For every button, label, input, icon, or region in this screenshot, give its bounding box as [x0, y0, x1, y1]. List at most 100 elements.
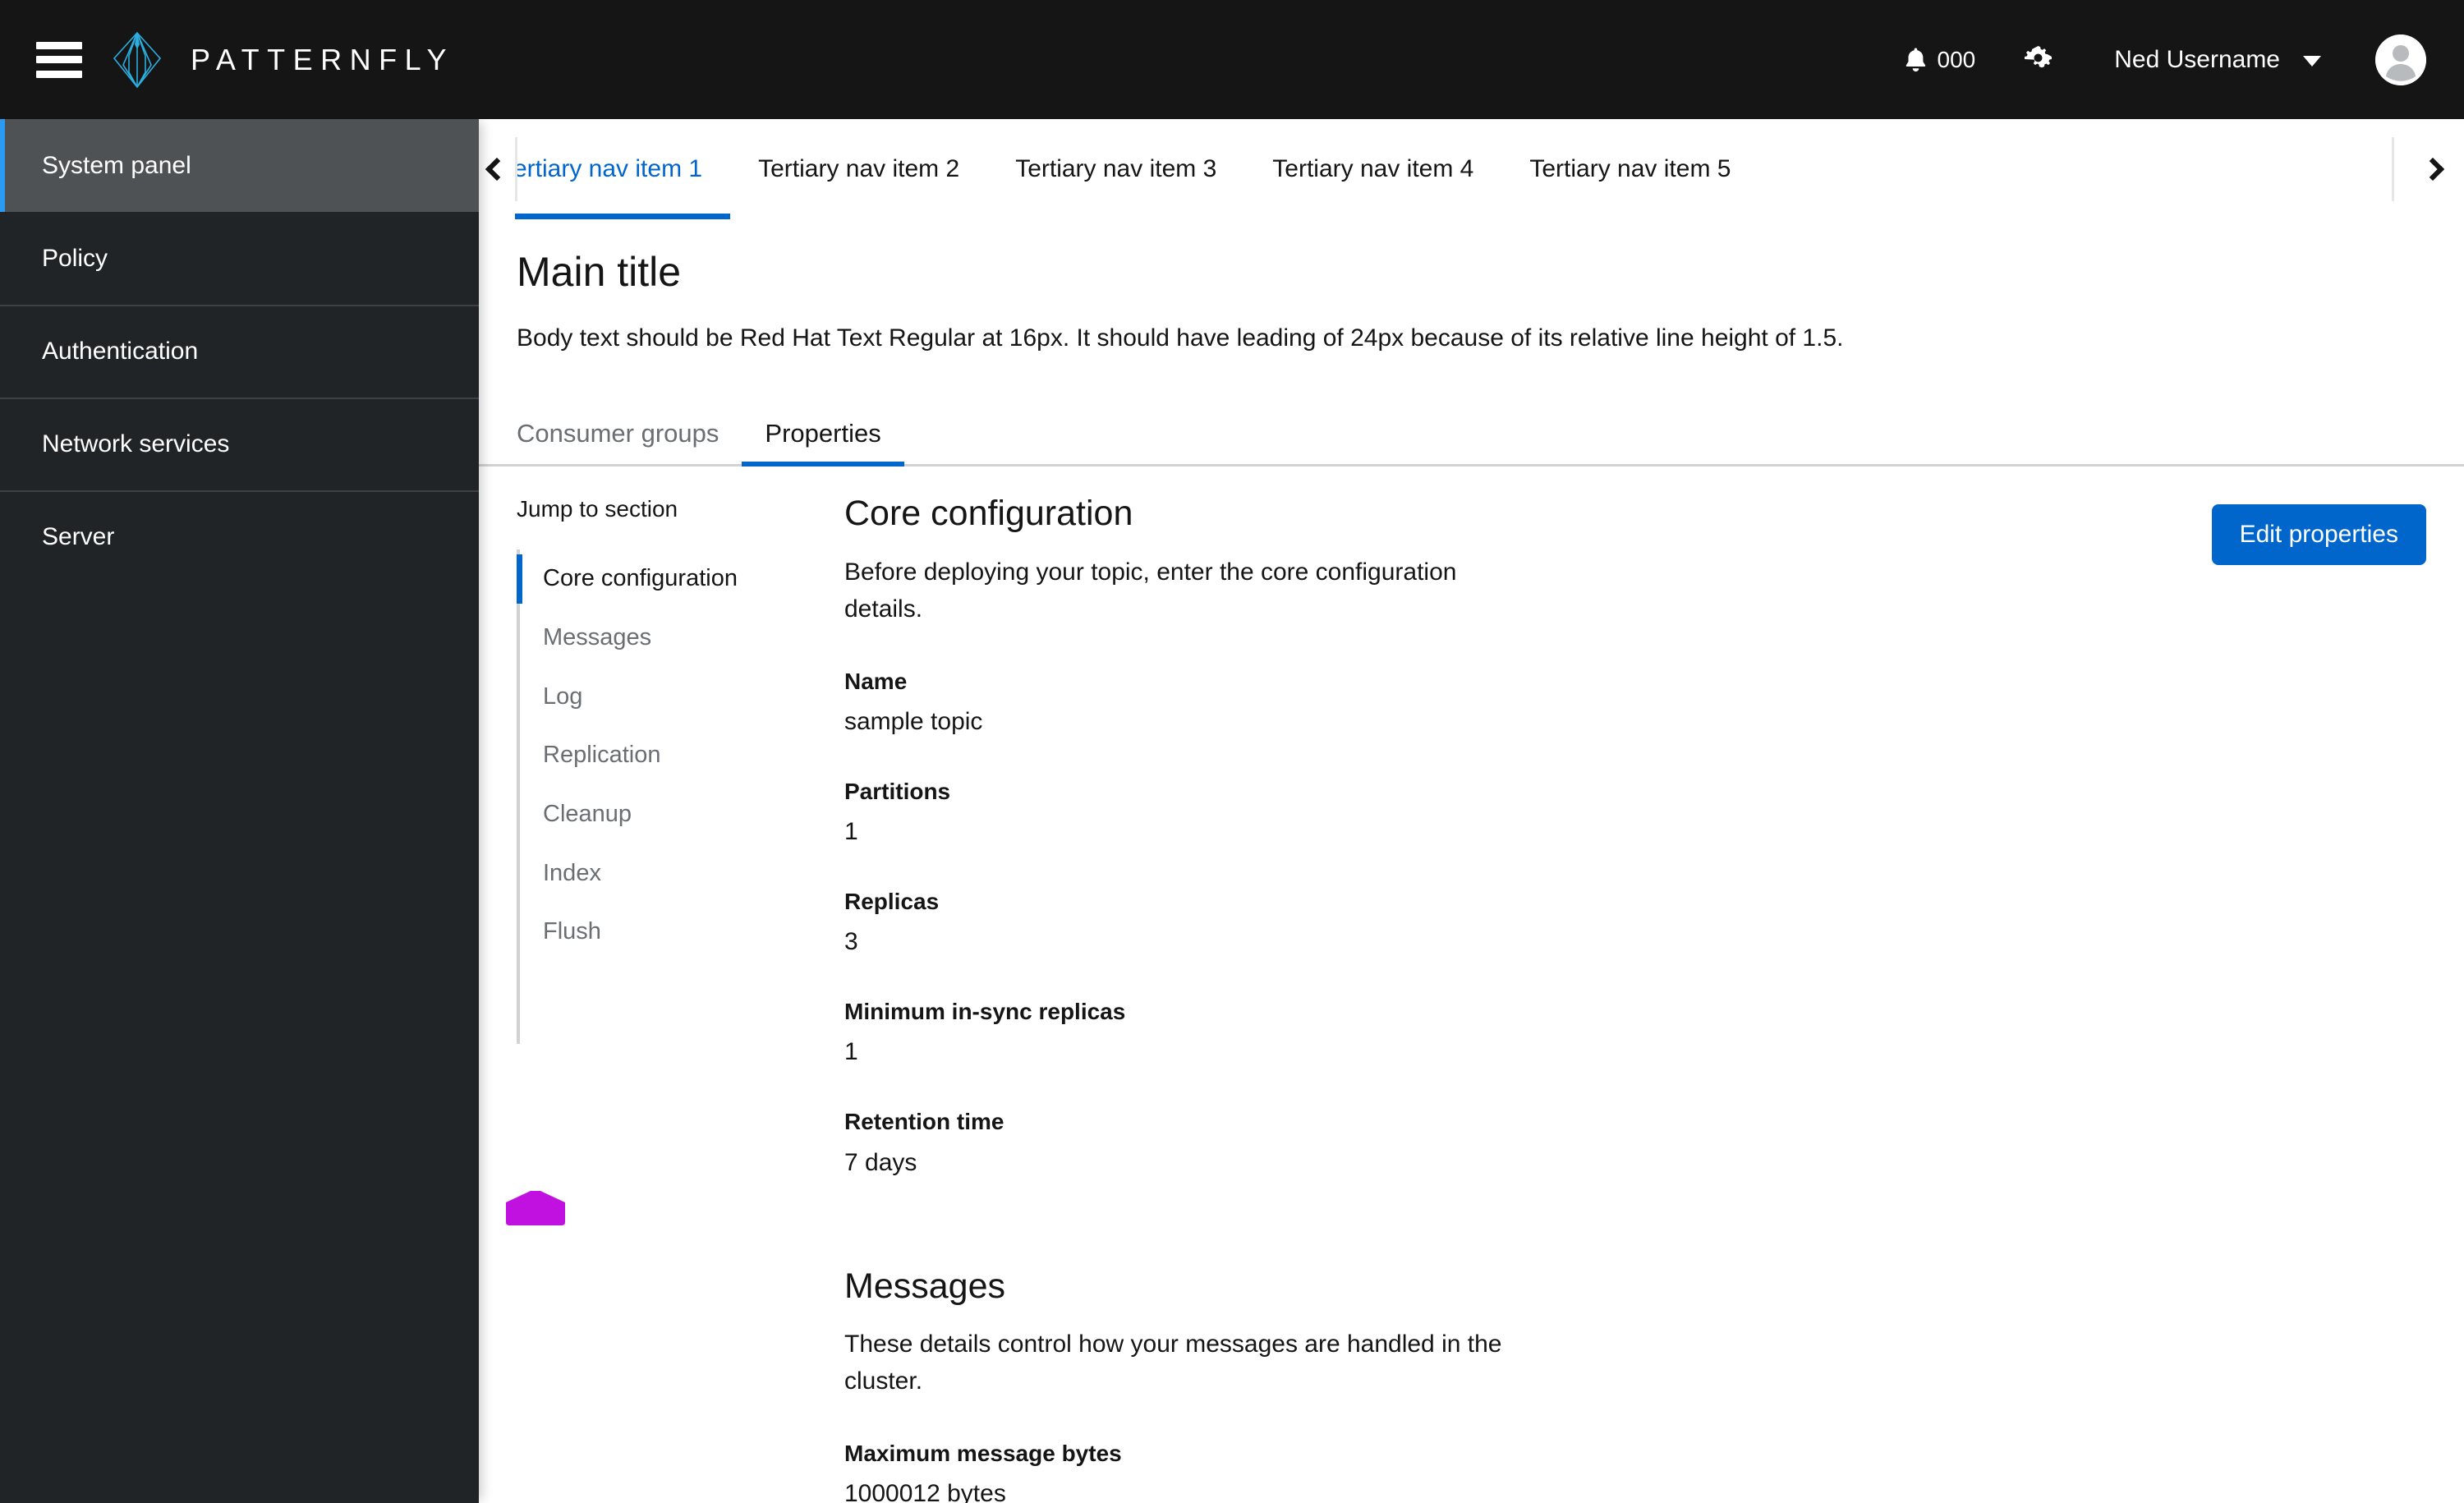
tab-content-properties: Jump to section Core configuration Messa…	[479, 467, 2464, 1503]
user-name-label: Ned Username	[2114, 45, 2280, 73]
sidebar-navigation: System panel Policy Authentication Netwo…	[0, 119, 479, 1503]
masthead-toolbar: 000 Ned Username	[1883, 33, 2426, 86]
sidebar-item-system-panel[interactable]: System panel	[0, 119, 479, 212]
hamburger-bar	[36, 70, 82, 78]
chevron-down-icon	[2303, 55, 2321, 67]
chevron-left-icon	[485, 157, 509, 182]
tertiary-nav-item-3[interactable]: Tertiary nav item 3	[987, 119, 1244, 219]
hamburger-menu-icon[interactable]	[36, 41, 82, 78]
section-title-core-configuration: Core configuration	[844, 494, 1133, 533]
property-term: Retention time	[844, 1109, 1004, 1135]
property-value: sample topic	[844, 707, 983, 735]
tertiary-nav-item-5[interactable]: Tertiary nav item 5	[1501, 119, 1758, 219]
tertiary-nav-item-1[interactable]: Tertiary nav item 1	[515, 119, 731, 219]
section-description-messages: These details control how your messages …	[844, 1331, 1502, 1395]
tertiary-nav-item-label: Tertiary nav item 4	[1272, 155, 1474, 182]
sidebar-item-label: Policy	[42, 244, 108, 272]
sidebar-item-server[interactable]: Server	[0, 490, 479, 583]
jump-item-label: Index	[543, 859, 601, 886]
page-body: System panel Policy Authentication Netwo…	[0, 119, 2464, 1503]
jump-item-flush[interactable]: Flush	[517, 903, 844, 962]
sidebar-item-network-services[interactable]: Network services	[0, 398, 479, 490]
patternfly-logo-icon	[112, 31, 163, 89]
jump-item-index[interactable]: Index	[517, 844, 844, 903]
property-list-messages: Maximum message bytes 1000012 bytes	[844, 1437, 2431, 1503]
application-root: PATTERNFLY 000 Ned Username System panel…	[0, 0, 2464, 1503]
jump-item-log[interactable]: Log	[517, 668, 844, 727]
jump-item-label: Log	[543, 683, 583, 710]
jump-to-section-list: Core configuration Messages Log Replicat…	[517, 549, 844, 1044]
page-title: Main title	[517, 249, 682, 295]
tertiary-nav-item-label: Tertiary nav item 3	[1015, 155, 1217, 182]
sidebar-item-label: Network services	[42, 430, 230, 457]
property-value: 1	[844, 817, 858, 845]
property-maximum-message-bytes: Maximum message bytes 1000012 bytes	[844, 1437, 2431, 1503]
tertiary-nav-item-label: Tertiary nav item 5	[1529, 155, 1731, 182]
property-term: Minimum in-sync replicas	[844, 999, 1126, 1025]
jump-item-messages[interactable]: Messages	[517, 609, 844, 668]
property-minimum-in-sync-replicas: Minimum in-sync replicas 1	[844, 995, 2431, 1069]
tertiary-nav-scroll-left-button[interactable]	[479, 119, 515, 219]
properties-sections: Edit properties Core configuration Befor…	[844, 493, 2464, 1503]
tab-label: Consumer groups	[517, 419, 719, 448]
property-term: Replicas	[844, 888, 940, 914]
settings-button[interactable]	[1997, 33, 2080, 86]
tertiary-navigation: Tertiary nav item 1 Tertiary nav item 2 …	[479, 119, 2464, 219]
sidebar-item-label: Authentication	[42, 337, 199, 365]
property-name: Name sample topic	[844, 665, 2431, 739]
edit-properties-button[interactable]: Edit properties	[2211, 504, 2426, 565]
bell-icon	[1905, 48, 1927, 72]
tertiary-nav-scroll-right-button[interactable]	[2388, 119, 2464, 219]
tertiary-nav-scroll-container[interactable]: Tertiary nav item 1 Tertiary nav item 2 …	[515, 119, 2388, 219]
tertiary-nav-item-4[interactable]: Tertiary nav item 4	[1244, 119, 1501, 219]
gear-icon	[2025, 46, 2053, 73]
page-header: Main title Body text should be Red Hat T…	[479, 219, 2464, 356]
section-title-messages: Messages	[844, 1266, 1005, 1306]
property-value: 1	[844, 1038, 858, 1066]
tab-properties[interactable]: Properties	[742, 419, 905, 467]
hamburger-bar	[36, 56, 82, 63]
jump-item-label: Replication	[543, 742, 661, 769]
sidebar-item-label: Server	[42, 522, 115, 550]
property-value: 1000012 bytes	[844, 1480, 1006, 1503]
tertiary-nav-list: Tertiary nav item 1 Tertiary nav item 2 …	[515, 119, 2388, 219]
brand-link[interactable]: PATTERNFLY	[112, 31, 454, 89]
avatar[interactable]	[2375, 34, 2426, 85]
jump-to-section-label: Jump to section	[517, 496, 678, 522]
tab-consumer-groups[interactable]: Consumer groups	[517, 419, 742, 467]
user-dropdown[interactable]: Ned Username	[2114, 34, 2426, 85]
section-description-core-configuration: Before deploying your topic, enter the c…	[844, 558, 1457, 623]
property-term: Partitions	[844, 778, 951, 804]
page-description: Body text should be Red Hat Text Regular…	[517, 324, 1844, 352]
sidebar-item-authentication[interactable]: Authentication	[0, 305, 479, 398]
tab-bar: Consumer groups Properties	[479, 396, 2464, 467]
tertiary-nav-item-label: Tertiary nav item 1	[515, 155, 703, 182]
property-list-core-configuration: Name sample topic Partitions 1 Replicas …	[844, 665, 2431, 1180]
notification-count: 000	[1937, 46, 1976, 72]
property-value: 3	[844, 928, 858, 956]
property-value: 7 days	[844, 1148, 917, 1176]
chevron-right-icon	[2420, 157, 2445, 182]
tab-label: Properties	[765, 419, 881, 448]
tertiary-nav-item-2[interactable]: Tertiary nav item 2	[730, 119, 987, 219]
masthead: PATTERNFLY 000 Ned Username	[0, 0, 2464, 119]
jump-item-replication[interactable]: Replication	[517, 726, 844, 785]
hamburger-bar	[36, 41, 82, 49]
jump-item-label: Core configuration	[543, 565, 738, 592]
property-replicas: Replicas 3	[844, 885, 2431, 959]
notifications-button[interactable]: 000	[1883, 34, 1997, 86]
jump-item-label: Messages	[543, 623, 652, 650]
brand-name: PATTERNFLY	[191, 42, 455, 76]
tertiary-nav-item-label: Tertiary nav item 2	[758, 155, 960, 182]
jump-item-core-configuration[interactable]: Core configuration	[517, 549, 844, 609]
property-term: Maximum message bytes	[844, 1441, 1122, 1467]
property-retention-time: Retention time 7 days	[844, 1105, 2431, 1179]
jump-to-section-nav: Jump to section Core configuration Messa…	[479, 493, 844, 1503]
jump-item-label: Cleanup	[543, 800, 632, 827]
main-content: Tertiary nav item 1 Tertiary nav item 2 …	[479, 119, 2464, 1503]
jump-item-cleanup[interactable]: Cleanup	[517, 785, 844, 844]
property-partitions: Partitions 1	[844, 775, 2431, 849]
sidebar-item-policy[interactable]: Policy	[0, 212, 479, 305]
property-term: Name	[844, 668, 908, 694]
